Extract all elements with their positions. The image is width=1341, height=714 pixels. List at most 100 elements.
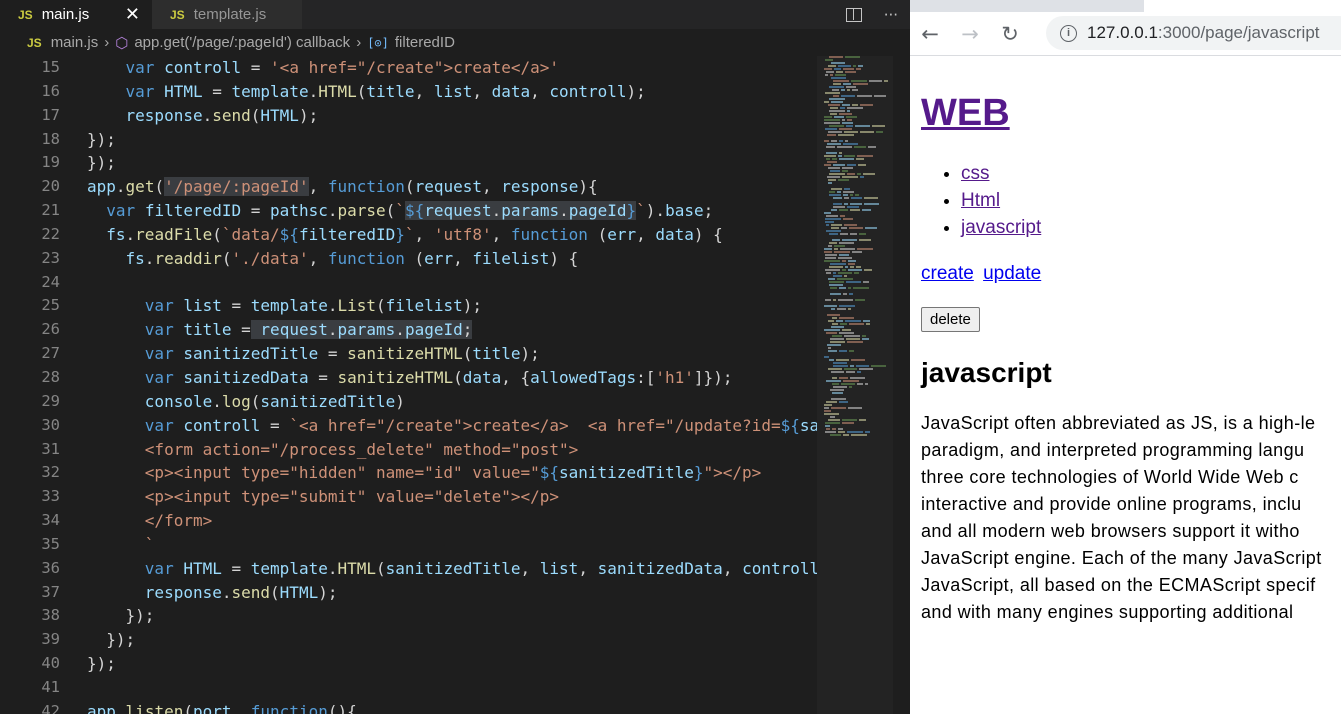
list-item: css (961, 160, 1341, 187)
code-editor[interactable]: JS main.js ✕ JS template.js ··· JS main.… (0, 0, 910, 714)
minimap-line (833, 206, 845, 208)
minimap-line (843, 191, 854, 193)
description-line: JavaScript engine. Each of the many Java… (921, 548, 1322, 568)
minimap-line (842, 239, 857, 241)
minimap-line (849, 323, 864, 325)
browser-tab-strip (910, 0, 1341, 12)
chevron-right-icon: › (356, 34, 362, 51)
split-editor-icon[interactable] (845, 7, 862, 22)
minimap-line (830, 74, 833, 76)
minimap-line (829, 191, 835, 193)
minimap-line (839, 377, 848, 379)
editor-actions: ··· (845, 0, 898, 29)
line-number: 37 (41, 582, 60, 601)
line-number: 41 (41, 677, 60, 696)
minimap-line (825, 425, 830, 427)
code-line: var list = template.List(filelist); (144, 296, 482, 316)
minimap-line (831, 398, 846, 400)
minimap-line (860, 176, 864, 178)
back-arrow-icon[interactable]: ← (910, 22, 950, 46)
minimap-line (825, 254, 837, 256)
code-area[interactable]: var controll = '<a href="/create">create… (87, 56, 817, 714)
tab-template-js[interactable]: JS template.js (152, 0, 302, 29)
minimap-line (842, 269, 846, 271)
code-line: app.get('/page/:pageId', function(reques… (87, 177, 598, 197)
minimap-line (832, 323, 838, 325)
tab-label: template.js (193, 6, 267, 23)
home-link[interactable]: WEB (921, 92, 1010, 134)
address-bar[interactable]: i 127.0.0.1:3000/page/javascript (1046, 16, 1341, 50)
tab-main-js[interactable]: JS main.js ✕ (0, 0, 152, 29)
close-icon[interactable]: ✕ (125, 4, 140, 25)
minimap-line (824, 119, 840, 121)
more-actions-icon[interactable]: ··· (884, 6, 898, 24)
breadcrumb-callback[interactable]: app.get('/page/:pageId') callback (134, 34, 350, 51)
update-link[interactable]: update (983, 263, 1041, 284)
breadcrumb-file[interactable]: main.js (51, 34, 99, 51)
delete-button[interactable]: delete (921, 307, 980, 332)
info-icon[interactable]: i (1060, 24, 1077, 42)
topic-link-css[interactable]: css (961, 163, 990, 184)
minimap-line (827, 161, 837, 163)
list-item: javascript (961, 214, 1341, 241)
minimap-line (832, 428, 836, 430)
minimap-line (862, 209, 871, 211)
line-number: 36 (41, 558, 60, 577)
minimap-line (824, 116, 832, 118)
editor-scrollbar[interactable] (895, 56, 910, 714)
browser-tab[interactable] (1144, 0, 1341, 12)
code-line: }); (87, 654, 116, 674)
minimap-line (841, 95, 855, 97)
minimap[interactable] (822, 56, 892, 441)
minimap-line (826, 272, 831, 274)
minimap-line (842, 176, 858, 178)
create-link[interactable]: create (921, 263, 974, 284)
minimap-line (850, 203, 862, 205)
minimap-line (838, 65, 851, 67)
minimap-line (824, 101, 829, 103)
minimap-line (863, 281, 869, 283)
reload-icon[interactable]: ↻ (990, 22, 1030, 46)
minimap-line (838, 428, 843, 430)
line-number: 24 (41, 272, 60, 291)
minimap-line (846, 86, 856, 88)
minimap-line (871, 365, 886, 367)
minimap-line (833, 362, 847, 364)
minimap-line (824, 248, 832, 250)
topic-link-javascript[interactable]: javascript (961, 217, 1041, 238)
minimap-line (833, 365, 848, 367)
minimap-line (827, 314, 840, 316)
code-line: app.listen(port, function(){ (87, 701, 357, 714)
minimap-line (833, 164, 845, 166)
minimap-line (829, 173, 845, 175)
minimap-line (856, 68, 861, 70)
minimap-line (837, 191, 841, 193)
minimap-line (857, 155, 873, 157)
minimap-line (830, 434, 841, 436)
minimap-line (839, 128, 852, 130)
minimap-line (832, 377, 837, 379)
minimap-line (839, 242, 854, 244)
minimap-line (838, 179, 849, 181)
minimap-line (838, 272, 852, 274)
minimap-line (831, 371, 844, 373)
minimap-line (863, 173, 875, 175)
breadcrumb-variable[interactable]: filteredID (395, 34, 455, 51)
topic-link-html[interactable]: Html (961, 190, 1000, 211)
minimap-line (857, 371, 861, 373)
minimap-line (859, 419, 866, 421)
minimap-line (847, 107, 863, 109)
minimap-line (847, 206, 859, 208)
minimap-line (846, 281, 861, 283)
description-line: three core technologies of World Wide We… (921, 467, 1299, 487)
minimap-line (825, 431, 836, 433)
minimap-line (825, 92, 840, 94)
minimap-line (828, 320, 834, 322)
minimap-line (834, 245, 845, 247)
minimap-line (824, 140, 829, 142)
code-line: fs.readdir('./data', function (err, file… (125, 248, 579, 268)
minimap-line (827, 143, 841, 145)
forward-arrow-icon[interactable]: → (950, 22, 990, 46)
minimap-line (833, 83, 841, 85)
minimap-line (840, 233, 848, 235)
